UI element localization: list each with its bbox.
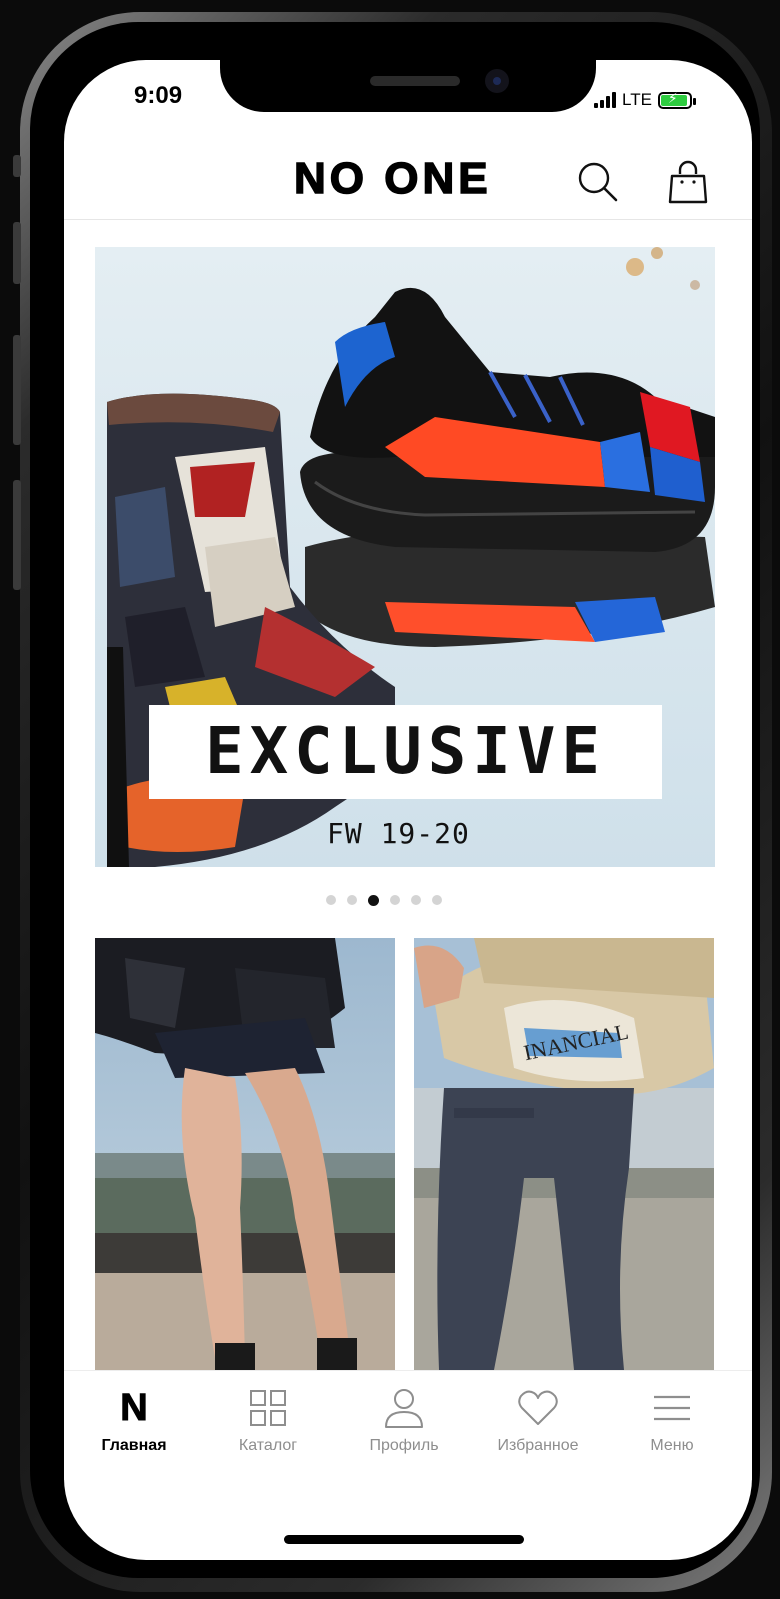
carousel-dot-active[interactable] (368, 894, 379, 906)
person-icon (344, 1383, 464, 1433)
search-icon[interactable] (574, 158, 622, 206)
signal-icon (594, 92, 616, 108)
status-time: 9:09 (134, 82, 183, 109)
carousel-dot[interactable] (326, 895, 336, 905)
tab-label: Каталог (238, 1437, 298, 1454)
home-indicator[interactable] (284, 1535, 524, 1544)
women-look-photo (95, 938, 395, 1370)
speaker-grille (370, 76, 460, 86)
cart-bag-icon[interactable] (664, 158, 712, 206)
tab-label: Главная (101, 1437, 167, 1454)
promo-tile-men[interactable]: INANCIAL (414, 938, 714, 1370)
network-type: LTE (622, 90, 652, 109)
volume-up-button (13, 222, 21, 284)
grid-icon (208, 1383, 328, 1433)
app-header: NO ONE (64, 138, 752, 220)
tab-home[interactable]: N Главная (74, 1383, 194, 1455)
battery-icon: ⚡ (657, 91, 696, 109)
men-look-photo: INANCIAL (414, 938, 714, 1370)
tab-catalog[interactable]: Каталог (208, 1383, 328, 1455)
hero-subtitle: FW 19-20 (327, 817, 470, 850)
silent-switch (13, 155, 21, 177)
menu-icon (612, 1383, 732, 1433)
tab-menu[interactable]: Меню (612, 1383, 732, 1455)
volume-down-button (13, 335, 21, 445)
status-indicators: LTE ⚡ (594, 90, 696, 110)
hero-title: EXCLUSIVE (205, 715, 606, 789)
brand-logo[interactable]: NO ONE (293, 153, 492, 204)
tab-favorites[interactable]: Избранное (478, 1383, 598, 1455)
tab-profile[interactable]: Профиль (344, 1383, 464, 1455)
tab-label: Меню (650, 1437, 694, 1454)
notch (220, 60, 596, 112)
side-button (13, 480, 21, 590)
carousel-dot[interactable] (411, 895, 421, 905)
n-logo-icon: N (120, 1386, 148, 1429)
hero-banner[interactable]: EXCLUSIVE FW 19-20 (95, 247, 715, 867)
app-screen: 9:09 LTE ⚡ NO ONE EXCLUSIVE FW 19-20 INA… (64, 60, 752, 1560)
carousel-dot[interactable] (432, 895, 442, 905)
bottom-tab-bar: N Главная Каталог Профиль Избранное Меню (64, 1370, 752, 1480)
carousel-dot[interactable] (390, 895, 400, 905)
tab-label: Профиль (369, 1437, 439, 1454)
heart-icon (478, 1383, 598, 1433)
carousel-dot[interactable] (347, 895, 357, 905)
tab-label: Избранное (497, 1437, 579, 1454)
front-camera (485, 69, 509, 93)
carousel-indicator (326, 894, 442, 906)
hero-title-box: EXCLUSIVE (149, 705, 662, 799)
promo-tile-women[interactable] (95, 938, 395, 1370)
